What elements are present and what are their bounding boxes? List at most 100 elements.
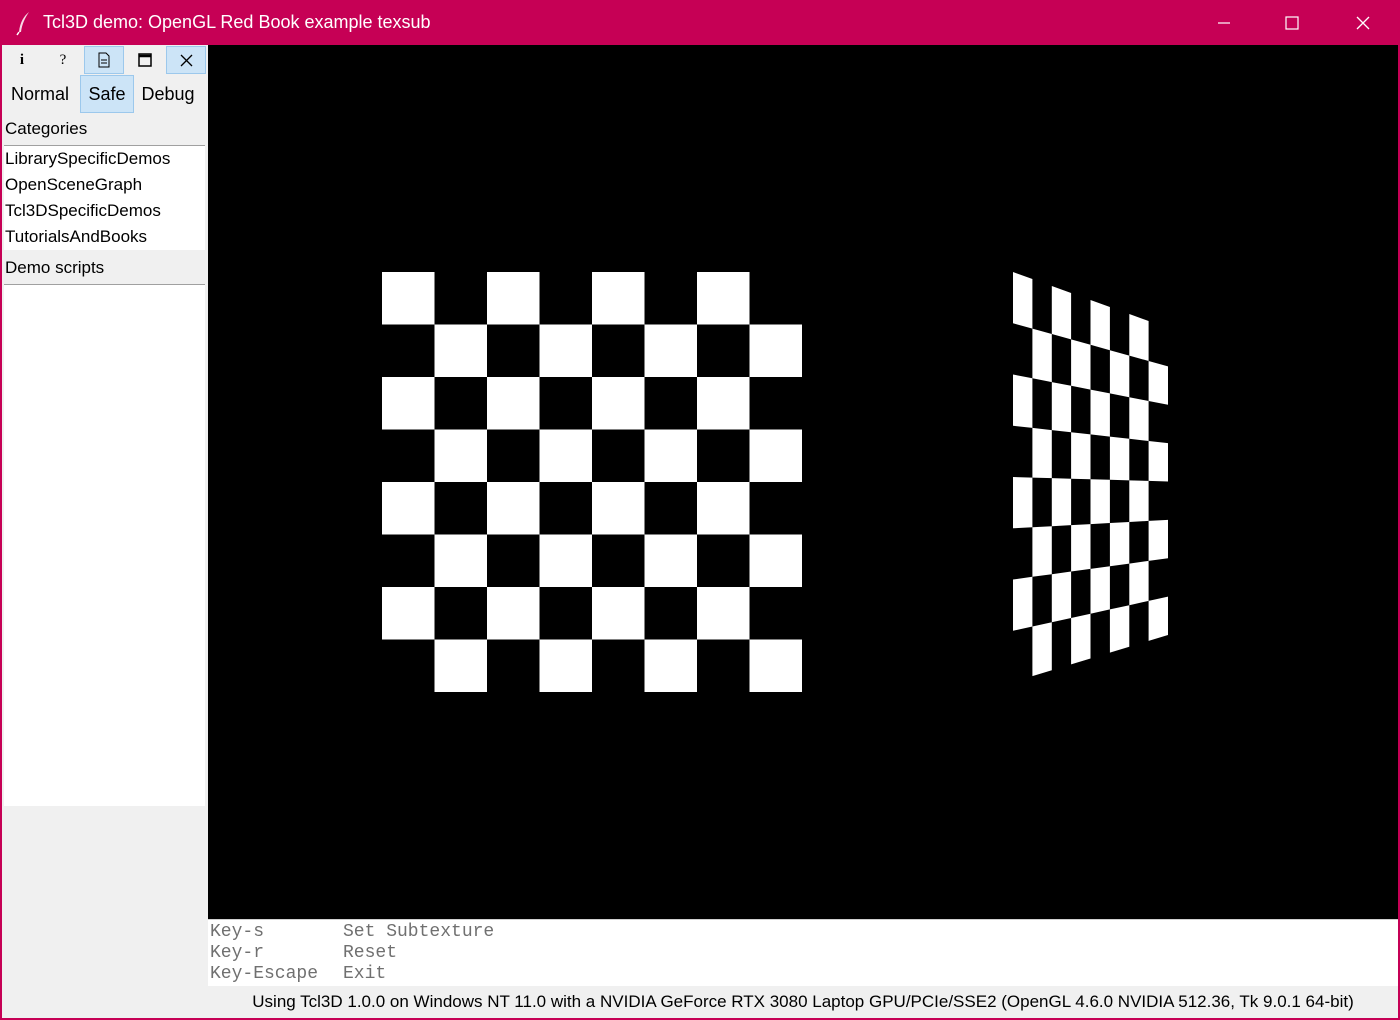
checker-square [382, 482, 435, 535]
checker-square [592, 377, 645, 430]
demo-scripts-label: Demo scripts [5, 258, 105, 277]
checker-square [1071, 339, 1091, 390]
checker-square [644, 324, 697, 377]
key-name: Key-Escape [210, 964, 319, 984]
checker-square [434, 639, 487, 692]
checker-square [1129, 314, 1149, 361]
categories-list[interactable]: LibrarySpecificDemos OpenSceneGraph Tcl3… [4, 145, 205, 250]
checker-square [1090, 479, 1110, 525]
mode-safe-button[interactable]: Safe [80, 75, 134, 113]
checker-square [1032, 622, 1052, 677]
checker-square [644, 429, 697, 482]
sidebar: i ? Normal Safe Debug Categories Library… [2, 45, 208, 1018]
document-button[interactable] [84, 46, 124, 74]
checker-square [382, 377, 435, 430]
checker-square [1109, 350, 1130, 398]
categories-label: Categories [5, 119, 88, 138]
title-bar: Tcl3D demo: OpenGL Red Book example texs… [0, 0, 1400, 45]
checker-square [487, 482, 540, 535]
checker-square [644, 639, 697, 692]
checker-square [434, 324, 487, 377]
checker-square [1032, 328, 1052, 383]
checker-square [1071, 524, 1091, 572]
key-help-row: Key-Escape Exit [210, 964, 386, 985]
checker-square [539, 429, 592, 482]
document-icon [98, 52, 110, 68]
key-name: Key-s [210, 922, 265, 942]
checker-square [1051, 286, 1072, 340]
checker-square [1129, 560, 1149, 606]
checker-square [1148, 441, 1168, 482]
checker-square [382, 587, 435, 640]
checker-square [1071, 613, 1091, 665]
exit-button[interactable] [166, 46, 206, 74]
list-item[interactable]: OpenSceneGraph [4, 172, 205, 198]
checker-square [644, 534, 697, 587]
checker-square [1051, 571, 1072, 623]
opengl-viewport[interactable] [208, 45, 1398, 919]
checker-square [434, 429, 487, 482]
help-icon: ? [59, 51, 67, 68]
checker-square [1071, 432, 1091, 480]
maximize-icon [1285, 15, 1299, 30]
maximize-button[interactable] [1257, 0, 1327, 45]
checker-square [1109, 522, 1130, 567]
checker-square [749, 324, 802, 377]
checker-square [1090, 389, 1110, 437]
close-icon [1356, 16, 1370, 29]
mode-debug-button[interactable]: Debug [136, 75, 200, 113]
mode-normal-button[interactable]: Normal [4, 75, 76, 113]
checker-square [749, 534, 802, 587]
scene-canvas [382, 272, 1168, 692]
checker-square [749, 639, 802, 692]
key-action: Exit [343, 964, 387, 984]
list-item[interactable]: LibrarySpecificDemos [4, 146, 205, 172]
checker-square [592, 587, 645, 640]
window-title: Tcl3D demo: OpenGL Red Book example texs… [43, 12, 431, 32]
window-icon [138, 53, 152, 67]
checker-square [487, 587, 540, 640]
checker-square [1013, 576, 1033, 631]
close-icon [180, 54, 192, 66]
checker-square [697, 377, 750, 430]
list-item[interactable]: TutorialsAndBooks [4, 224, 205, 250]
key-help-row: Key-s Set Subtexture [210, 922, 494, 943]
key-name: Key-r [210, 943, 265, 963]
status-bar: Using Tcl3D 1.0.0 on Windows NT 11.0 wit… [208, 986, 1398, 1018]
checker-square [487, 272, 540, 325]
checker-square [1109, 605, 1130, 653]
checker-square [592, 482, 645, 535]
minimize-button[interactable] [1189, 0, 1259, 45]
demo-scripts-list[interactable] [4, 284, 205, 806]
mode-selector: Normal Safe Debug [2, 75, 208, 113]
checker-square [539, 639, 592, 692]
checker-square [1090, 300, 1110, 351]
checker-square [487, 377, 540, 430]
checker-square [1013, 477, 1033, 529]
feather-icon [16, 12, 29, 36]
checker-square [539, 534, 592, 587]
list-item[interactable]: Tcl3DSpecificDemos [4, 198, 205, 224]
minimize-icon [1218, 21, 1230, 24]
toolbar: i ? [2, 45, 208, 75]
help-button[interactable]: ? [43, 46, 83, 74]
checker-square [1148, 361, 1168, 405]
key-action: Set Subtexture [343, 922, 495, 942]
checker-square [434, 534, 487, 587]
info-button[interactable]: i [2, 46, 42, 74]
key-action: Reset [343, 943, 398, 963]
checker-square [382, 272, 435, 325]
checker-square [592, 272, 645, 325]
checker-square [1129, 397, 1149, 441]
checker-square [1090, 566, 1110, 614]
checker-square [1109, 436, 1130, 481]
checker-square [1129, 480, 1149, 522]
client-area: i ? Normal Safe Debug Categories Library… [2, 45, 1398, 1018]
checker-square [539, 324, 592, 377]
checkerboard-flat [382, 272, 802, 692]
close-window-button[interactable] [1328, 0, 1398, 45]
checker-square [1051, 382, 1072, 433]
checker-square [697, 272, 750, 325]
window-button[interactable] [125, 46, 165, 74]
checker-square [1013, 374, 1033, 428]
